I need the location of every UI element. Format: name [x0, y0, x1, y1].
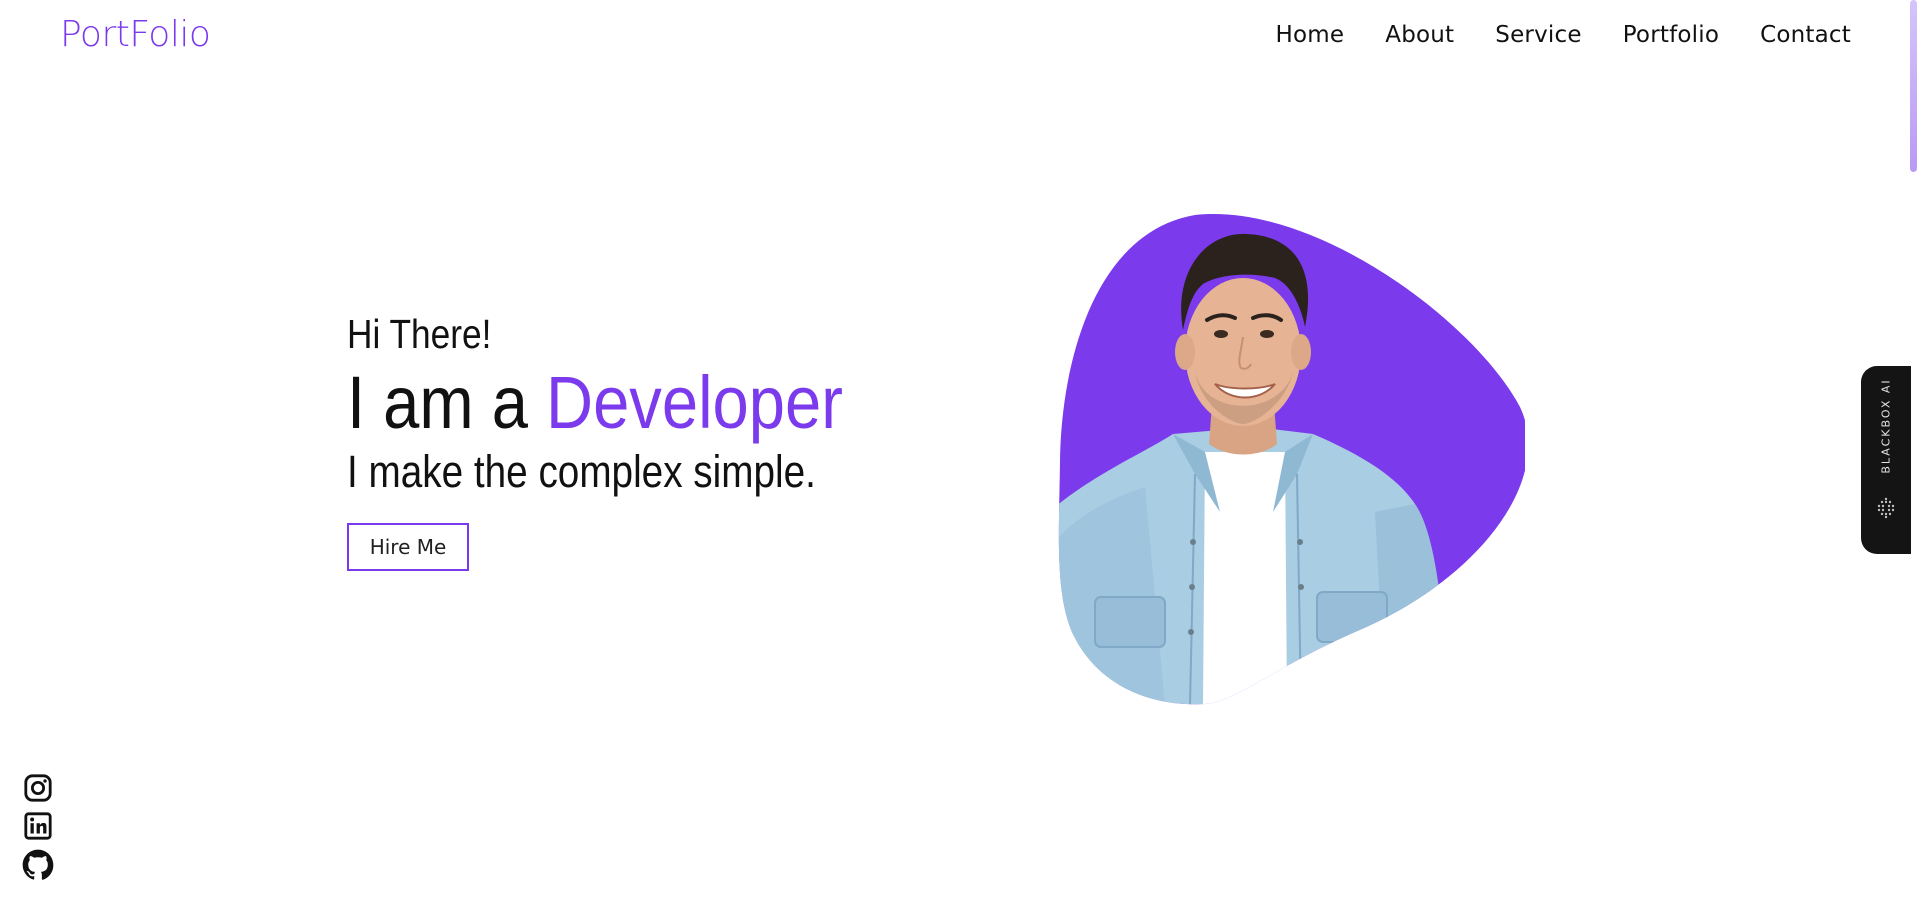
site-logo[interactable]: PortFolio	[60, 14, 211, 55]
main-nav: Home About Service Portfolio Contact	[1276, 22, 1851, 48]
instagram-icon[interactable]	[22, 773, 56, 803]
hero-portrait	[1055, 212, 1529, 705]
hero-tagline: I make the complex simple.	[347, 446, 816, 497]
hero-text: Hi There! I am a Developer I make the co…	[347, 308, 911, 498]
widget-label: BLACKBOX AI	[1879, 378, 1893, 474]
linkedin-icon[interactable]	[22, 811, 56, 841]
headline-role: Developer	[546, 361, 843, 444]
dots-icon	[1877, 497, 1895, 519]
nav-home[interactable]: Home	[1276, 22, 1345, 48]
headline-prefix: I am a	[347, 361, 547, 444]
scrollbar-thumb[interactable]	[1910, 0, 1917, 172]
github-icon[interactable]	[22, 849, 56, 880]
portrait-illustration	[1058, 214, 1529, 705]
social-links	[22, 773, 56, 880]
nav-contact[interactable]: Contact	[1760, 22, 1851, 48]
nav-service[interactable]: Service	[1495, 22, 1581, 48]
hire-me-button[interactable]: Hire Me	[347, 523, 469, 571]
nav-about[interactable]: About	[1385, 22, 1454, 48]
page: PortFolio Home About Service Portfolio C…	[0, 0, 1917, 921]
nav-portfolio[interactable]: Portfolio	[1623, 22, 1719, 48]
hero-headline: I am a Developer	[347, 360, 843, 446]
blackbox-ai-widget[interactable]: BLACKBOX AI	[1861, 366, 1911, 554]
hero-greeting: Hi There!	[347, 311, 492, 357]
